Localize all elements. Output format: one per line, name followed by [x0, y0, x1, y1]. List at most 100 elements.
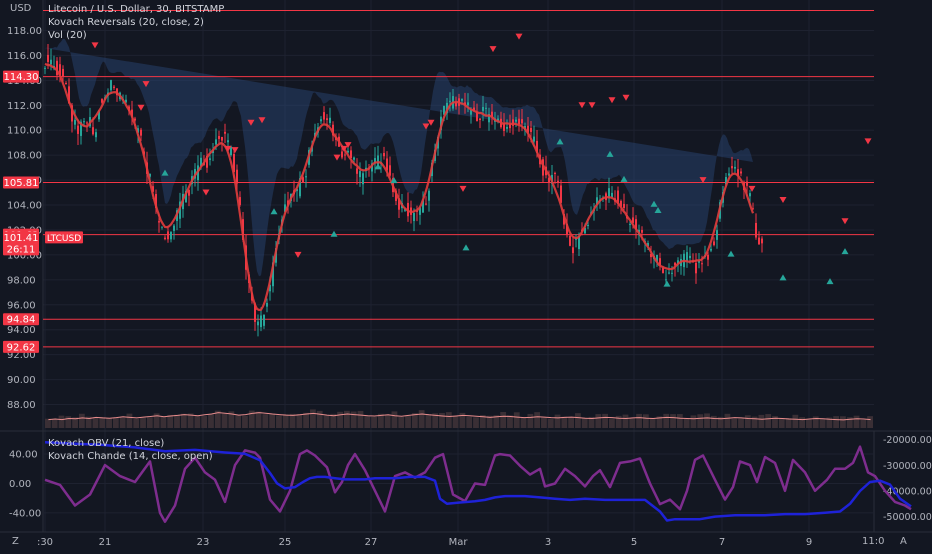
volume-bar: [296, 414, 303, 428]
volume-bar: [174, 414, 180, 428]
candle-body: [671, 272, 673, 274]
volume-bar: [738, 418, 744, 428]
candle-body: [521, 119, 523, 124]
candle-body: [734, 166, 736, 169]
volume-bar: [568, 416, 575, 428]
volume-bar: [126, 413, 133, 428]
candle-body: [695, 262, 697, 274]
candle-body: [530, 127, 532, 132]
candle-body: [389, 165, 391, 176]
volume-bar: [819, 418, 826, 428]
volume-bar: [595, 414, 602, 428]
candle-body: [485, 107, 487, 109]
indicator-kovach-obv[interactable]: Kovach OBV (21, close): [48, 437, 213, 450]
volume-bar: [167, 414, 174, 428]
price-axis-tick-label: 116.00: [7, 51, 42, 62]
volume-bar: [710, 415, 717, 428]
price-axis-tick-label: 96.00: [7, 300, 36, 311]
volume-bar: [391, 411, 398, 428]
candle-body: [158, 221, 160, 223]
candle-body: [641, 229, 643, 233]
candle-body: [506, 126, 508, 129]
volume-bar: [690, 415, 697, 428]
volume-bar: [500, 412, 507, 428]
volume-bar: [303, 412, 310, 428]
volume-bar: [642, 414, 649, 428]
candle-body: [518, 118, 520, 125]
main-legend: Litecoin / U.S. Dollar, 30, BITSTAMP Kov…: [48, 3, 224, 42]
auto-scale-button[interactable]: A: [900, 536, 907, 547]
price-axis-tick-label: 108.00: [7, 151, 42, 162]
candle-body: [83, 121, 85, 123]
volume-bar: [758, 414, 765, 428]
volume-bar: [242, 415, 248, 428]
trading-chart[interactable]: 118.00116.00114.00112.00110.00108.00106.…: [0, 0, 932, 550]
volume-bar: [92, 417, 99, 428]
volume-bar: [282, 414, 289, 428]
candle-body: [515, 119, 517, 122]
candle-body: [236, 169, 238, 184]
volume-bar: [466, 416, 473, 428]
candle-body: [167, 231, 169, 240]
volume-bar: [194, 415, 201, 428]
volume-bar: [561, 416, 568, 428]
volume-bar: [180, 413, 187, 428]
zoom-toggle-button[interactable]: Z: [12, 536, 19, 547]
volume-bar: [724, 413, 731, 428]
candle-body: [425, 203, 427, 205]
price-axis-tick-label: 88.00: [7, 400, 36, 411]
candle-body: [383, 152, 385, 157]
volume-bar: [792, 414, 799, 428]
candle-body: [362, 173, 364, 185]
candle-body: [260, 315, 262, 328]
volume-bar: [649, 418, 656, 428]
candle-body: [707, 254, 709, 260]
time-axis-tick-label: 9: [806, 537, 812, 548]
candle-body: [320, 119, 322, 122]
price-axis-tick-label: 110.00: [7, 126, 42, 137]
candle-body: [467, 102, 469, 106]
price-axis-tick-label: 98.00: [7, 275, 36, 286]
candle-body: [449, 100, 451, 102]
volume-bar: [704, 413, 710, 428]
candle-body: [629, 223, 631, 225]
indicator-vol[interactable]: Vol (20): [48, 29, 224, 42]
price-axis-tick-label: 118.00: [7, 26, 42, 37]
volume-bar: [316, 410, 323, 428]
candle-body: [461, 98, 463, 101]
candle-body: [50, 59, 52, 65]
candle-body: [323, 112, 325, 120]
candle-body: [47, 54, 49, 62]
volume-bar: [78, 413, 85, 428]
volume-bar: [45, 418, 51, 428]
candle-body: [533, 136, 535, 142]
chart-root: 118.00116.00114.00112.00110.00108.00106.…: [0, 0, 932, 550]
time-axis-tick-label: 5: [631, 537, 637, 548]
candle-body: [701, 263, 703, 265]
indicator-kovach-reversals[interactable]: Kovach Reversals (20, close, 2): [48, 16, 224, 29]
volume-bar: [853, 415, 860, 428]
volume-bar: [201, 416, 208, 428]
volume-bar: [58, 415, 65, 428]
candle-body: [161, 226, 163, 228]
volume-bar: [622, 414, 629, 428]
price-label-text: 114.30: [4, 72, 39, 83]
volume-bar: [806, 419, 812, 428]
candle-body: [572, 247, 574, 254]
volume-bar: [527, 413, 534, 428]
volume-bar: [608, 418, 615, 428]
volume-bar: [371, 416, 377, 428]
volume-bar: [269, 413, 276, 428]
volume-bar: [602, 413, 608, 428]
volume-bar: [860, 419, 867, 428]
osc-right-tick-label: -20000.00: [883, 435, 932, 446]
candle-body: [428, 190, 430, 201]
candle-body: [257, 321, 259, 326]
volume-bar: [208, 414, 214, 428]
sub-legend: Kovach OBV (21, close) Kovach Chande (14…: [48, 437, 213, 463]
symbol-title[interactable]: Litecoin / U.S. Dollar, 30, BITSTAMP: [48, 3, 224, 16]
volume-bar: [452, 416, 459, 428]
indicator-kovach-chande[interactable]: Kovach Chande (14, close, open): [48, 450, 213, 463]
price-label-text: 94.84: [7, 315, 36, 326]
volume-bar: [534, 412, 541, 428]
